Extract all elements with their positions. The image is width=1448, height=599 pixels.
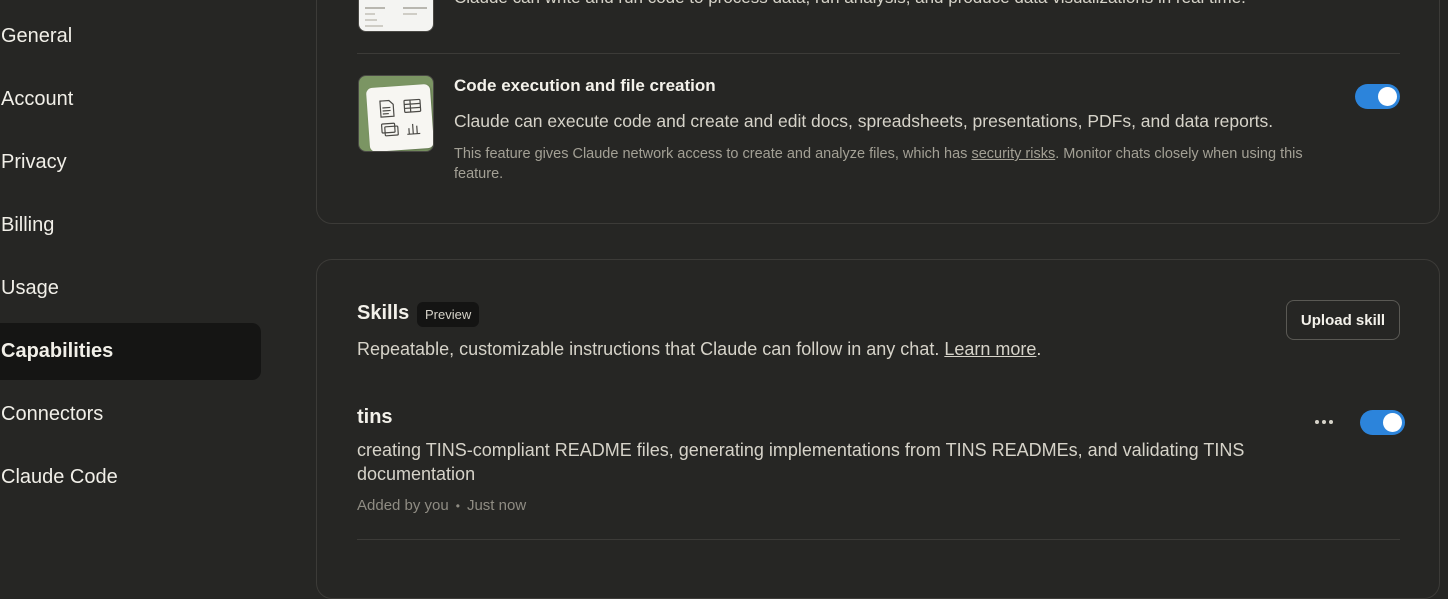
meta-separator: • <box>455 498 460 513</box>
skill-description: creating TINS-compliant README files, ge… <box>357 440 1245 484</box>
sidebar-item-claude-code[interactable]: Claude Code <box>0 449 261 506</box>
note-text: This feature gives Claude network access… <box>454 146 972 162</box>
divider <box>357 53 1400 54</box>
code-execution-note: This feature gives Claude network access… <box>454 144 1334 184</box>
code-execution-title: Code execution and file creation <box>454 76 716 95</box>
analysis-feature-description: Claude can write and run code to process… <box>454 0 1246 8</box>
more-horizontal-icon <box>1315 420 1333 424</box>
sidebar-item-usage[interactable]: Usage <box>0 260 261 317</box>
skill-toggle[interactable] <box>1360 410 1405 435</box>
sidebar-item-label: Claude Code <box>1 466 118 488</box>
file-creation-thumbnail <box>358 75 434 152</box>
skills-description-text: Repeatable, customizable instructions th… <box>357 339 945 359</box>
toggle-knob <box>1378 87 1397 106</box>
toggle-knob <box>1383 413 1402 432</box>
sidebar-item-label: Billing <box>1 214 55 236</box>
code-execution-toggle[interactable] <box>1355 84 1400 109</box>
learn-more-link[interactable]: Learn more <box>944 339 1036 359</box>
sidebar-item-privacy[interactable]: Privacy <box>0 134 261 191</box>
spreadsheet-preview-icon <box>365 7 427 27</box>
code-execution-description: Claude can execute code and create and e… <box>454 111 1274 131</box>
skills-description: Repeatable, customizable instructions th… <box>357 339 1041 360</box>
settings-sidebar: General Account Privacy Billing Usage Ca… <box>0 0 262 561</box>
skill-added-by: Added by you <box>357 497 449 514</box>
sidebar-item-label: Connectors <box>1 403 104 425</box>
skill-name: tins <box>357 406 393 428</box>
sidebar-item-capabilities[interactable]: Capabilities <box>0 323 261 380</box>
skills-title: Skills <box>357 302 410 324</box>
sidebar-item-connectors[interactable]: Connectors <box>0 386 261 443</box>
upload-skill-button[interactable]: Upload skill <box>1286 300 1400 340</box>
skills-card <box>316 259 1440 599</box>
sidebar-item-label: Privacy <box>1 151 67 173</box>
skill-added-time: Just now <box>466 497 527 514</box>
preview-badge: Preview <box>417 302 480 327</box>
divider <box>357 539 1400 540</box>
skill-meta: Added by you • Just now <box>357 497 526 514</box>
security-risks-link[interactable]: security risks <box>971 146 1055 162</box>
sidebar-item-label: General <box>1 25 73 47</box>
sidebar-item-label: Usage <box>1 277 59 299</box>
sidebar-item-label: Capabilities <box>1 340 114 362</box>
file-types-icon <box>379 98 422 137</box>
sidebar-item-general[interactable]: General <box>0 8 261 65</box>
sidebar-item-label: Account <box>1 88 74 110</box>
analysis-thumbnail <box>358 0 434 32</box>
more-options-button[interactable] <box>1310 410 1338 434</box>
sidebar-item-billing[interactable]: Billing <box>0 197 261 254</box>
sidebar-item-account[interactable]: Account <box>0 71 261 128</box>
skills-description-end: . <box>1036 339 1042 359</box>
